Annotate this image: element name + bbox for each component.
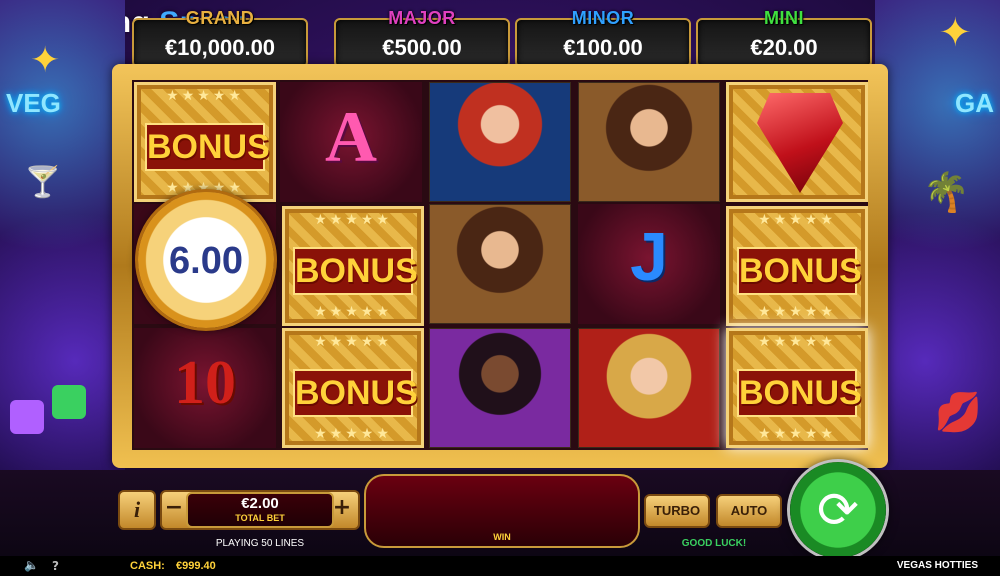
palm-tree-icon: 🌴 bbox=[922, 170, 970, 214]
bonus-text: BONUS bbox=[737, 247, 862, 295]
stars-decoration: ★★★★★ bbox=[166, 88, 244, 104]
bet-value: €2.00 bbox=[241, 495, 279, 512]
star-icon: ✦ bbox=[938, 10, 972, 56]
portrait-brunette-symbol bbox=[578, 82, 720, 202]
stars-decoration: ★★★★★ bbox=[314, 304, 392, 320]
jackpot-major-amount: €500.00 bbox=[382, 35, 462, 60]
jack-symbol: J bbox=[578, 204, 720, 324]
win-label: WIN bbox=[493, 532, 511, 542]
cocktail-icon: 🍸 bbox=[24, 165, 62, 200]
cash-label: CASH: bbox=[130, 560, 165, 572]
stars-decoration: ★★★★★ bbox=[758, 212, 836, 228]
jackpot-mini: MINI €20.00 bbox=[696, 8, 872, 68]
portrait-purple-symbol bbox=[429, 328, 571, 448]
jackpot-major-label: MAJOR bbox=[388, 8, 456, 28]
coin-value-text: 6.00 bbox=[169, 240, 243, 282]
bet-caption: TOTAL BET bbox=[235, 513, 285, 523]
stars-decoration: ★★★★★ bbox=[314, 212, 392, 228]
right-vegas-sign: GA bbox=[955, 88, 994, 118]
jackpot-major: MAJOR €500.00 bbox=[334, 8, 510, 68]
status-bar: 🔈 ? CASH: €999.40 VEGAS HOTTIES bbox=[0, 556, 1000, 576]
auto-button[interactable]: AUTO bbox=[716, 494, 782, 528]
jackpot-minor-label: MINOR bbox=[571, 8, 635, 28]
bet-increase-button[interactable]: + bbox=[332, 494, 352, 522]
help-button[interactable]: ? bbox=[52, 559, 59, 573]
ruby-gem-icon bbox=[757, 93, 843, 193]
left-vegas-sign: VEG bbox=[6, 88, 61, 118]
right-neon-art: GA ✦ 🌴 💋 bbox=[875, 0, 1000, 516]
cash-value: €999.40 bbox=[176, 560, 216, 572]
info-button[interactable]: i bbox=[118, 490, 156, 530]
green-dice-icon bbox=[52, 385, 86, 419]
stars-decoration: ★★★★★ bbox=[758, 426, 836, 442]
spin-button[interactable]: ⟳ bbox=[790, 462, 886, 558]
ten-symbol: 10 bbox=[134, 328, 276, 448]
ten-symbol-label: 10 bbox=[174, 349, 236, 417]
stars-decoration: ★★★★★ bbox=[314, 334, 392, 350]
ace-symbol-label: A bbox=[325, 97, 377, 177]
speaker-icon[interactable]: 🔈 bbox=[24, 558, 39, 572]
portrait-redhead-symbol bbox=[429, 82, 571, 202]
turbo-button[interactable]: TURBO bbox=[644, 494, 710, 528]
stars-decoration: ★★★★★ bbox=[758, 304, 836, 320]
portrait-blonde-symbol bbox=[578, 328, 720, 448]
jackpot-grand: GRAND €10,000.00 bbox=[132, 8, 308, 68]
stars-decoration: ★★★★★ bbox=[758, 334, 836, 350]
bonus-text: BONUS bbox=[293, 247, 418, 295]
jackpot-mini-label: MINI bbox=[764, 8, 804, 28]
bet-display: €2.00 TOTAL BET bbox=[186, 492, 334, 528]
spin-arrows-icon: ⟳ bbox=[817, 481, 859, 539]
jackpot-grand-amount: €10,000.00 bbox=[164, 35, 276, 60]
jackpot-minor-amount: €100.00 bbox=[563, 35, 643, 60]
jackpot-minor: MINOR €100.00 bbox=[515, 8, 691, 68]
left-neon-art: VEG ✦ 🍸 bbox=[0, 0, 125, 516]
lips-icon: 💋 bbox=[934, 390, 982, 434]
win-display: WIN bbox=[364, 474, 640, 548]
bonus-symbol: ★★★★★ BONUS ★★★★★ bbox=[726, 206, 868, 326]
game-name: VEGAS HOTTIES bbox=[896, 560, 978, 571]
jack-symbol-label: J bbox=[630, 219, 668, 295]
bonus-text: BONUS bbox=[293, 369, 418, 417]
lines-text: PLAYING 50 LINES bbox=[215, 538, 305, 549]
bonus-symbol: ★★★★★ BONUS ★★★★★ bbox=[282, 206, 424, 326]
bonus-symbol: ★★★★★ BONUS ★★★★★ bbox=[726, 328, 868, 448]
jackpot-grand-label: GRAND bbox=[185, 8, 255, 28]
bonus-text: BONUS bbox=[145, 123, 270, 171]
bonus-symbol: ★★★★★ BONUS ★★★★★ bbox=[282, 328, 424, 448]
stars-decoration: ★★★★★ bbox=[314, 426, 392, 442]
good-luck-text: GOOD LUCK! bbox=[681, 538, 747, 549]
star-icon: ✦ bbox=[30, 40, 61, 81]
bet-decrease-button[interactable]: − bbox=[164, 494, 184, 522]
bonus-symbol: ★★★★★ BONUS ★★★★★ bbox=[134, 82, 276, 202]
purple-dice-icon bbox=[10, 400, 44, 434]
ace-symbol: A bbox=[280, 82, 422, 202]
coin-value-symbol: 6.00 bbox=[138, 192, 274, 328]
ruby-symbol bbox=[726, 82, 868, 202]
bonus-text: BONUS bbox=[737, 369, 862, 417]
portrait-brunette-symbol bbox=[429, 204, 571, 324]
jackpot-mini-amount: €20.00 bbox=[750, 35, 818, 60]
